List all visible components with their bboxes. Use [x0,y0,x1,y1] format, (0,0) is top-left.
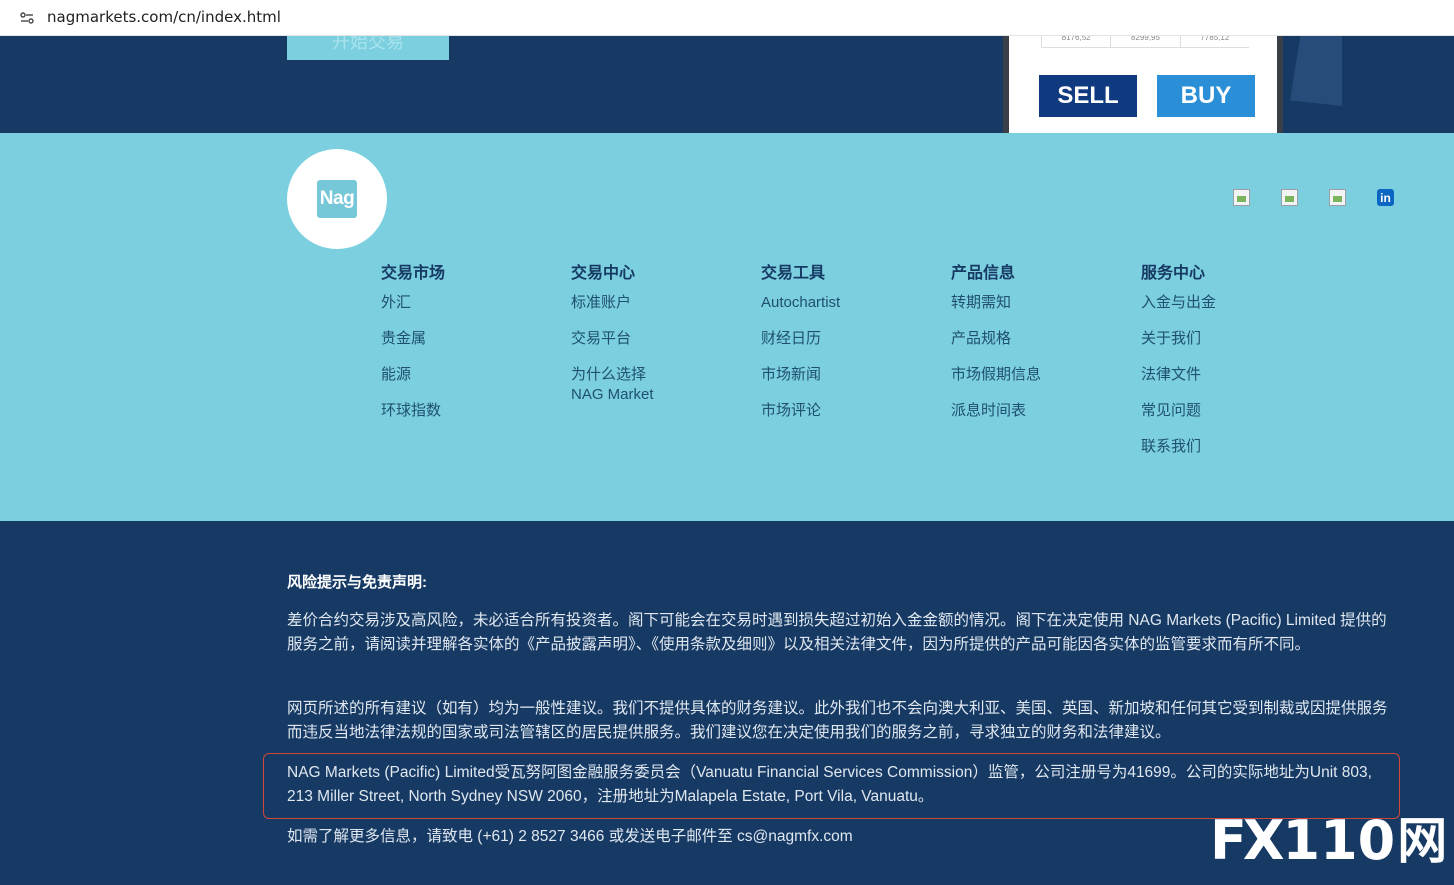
disclaimer-title: 风险提示与免责声明: [287,574,427,591]
nav-column-title: 服务中心 [1141,265,1206,282]
social-links: in [1233,189,1394,206]
nav-column-trading-center: 交易中心 标准账户 交易平台 为什么选择 NAG Market [571,263,751,421]
browser-url-bar[interactable]: nagmarkets.com/cn/index.html [0,0,1454,36]
buy-button: BUY [1157,75,1255,117]
nav-link[interactable]: 联系我们 [1141,437,1321,457]
nav-link[interactable]: 法律文件 [1141,365,1321,385]
logo[interactable]: Nag [287,149,387,249]
watermark-fx: FX [1210,809,1285,872]
social-icon-3[interactable] [1329,189,1346,206]
nav-link[interactable]: 入金与出金 [1141,293,1321,313]
phone-mockup: 8176,52 8299,95 7785,12 SELL BUY [1003,36,1283,133]
nav-link[interactable]: Autochartist [761,293,941,313]
nav-link[interactable]: 能源 [381,365,561,385]
nav-column-tools: 交易工具 Autochartist 财经日历 市场新闻 市场评论 [761,263,941,437]
nav-link[interactable]: 财经日历 [761,329,941,349]
nav-column-title: 交易中心 [571,265,636,282]
price-row: 8176,52 8299,95 7785,12 [1041,36,1249,48]
sell-button: SELL [1039,75,1137,117]
nav-column-product-info: 产品信息 转期需知 产品规格 市场假期信息 派息时间表 [951,263,1131,437]
nav-link[interactable]: 市场评论 [761,401,941,421]
watermark-han: 网 [1397,813,1448,869]
site-info-icon[interactable] [18,9,36,27]
nav-link[interactable]: 转期需知 [951,293,1131,313]
nav-link[interactable]: 派息时间表 [951,401,1131,421]
nav-link[interactable]: 市场假期信息 [951,365,1131,385]
watermark-number: 110 [1282,809,1396,872]
start-trading-button[interactable]: 开始交易 [287,36,449,60]
nav-link[interactable]: 为什么选择 NAG Market [571,365,751,405]
nav-link[interactable]: 贵金属 [381,329,561,349]
logo-mark: Nag [317,180,357,218]
nav-link[interactable]: 市场新闻 [761,365,941,385]
nav-link[interactable]: 环球指数 [381,401,561,421]
footer-navigation: Nag in 交易市场 外汇 贵金属 能源 环球指数 交易中心 标准账户 交易平… [0,133,1454,521]
price-cell: 7785,12 [1179,36,1249,48]
linkedin-icon[interactable]: in [1377,189,1394,206]
nav-link[interactable]: 标准账户 [571,293,751,313]
disclaimer-paragraph-regulation: NAG Markets (Pacific) Limited受瓦努阿图金融服务委员… [287,764,1372,805]
price-cell: 8176,52 [1041,36,1111,48]
nav-link[interactable]: 关于我们 [1141,329,1321,349]
nav-column-title: 交易工具 [761,265,826,282]
social-icon-1[interactable] [1233,189,1250,206]
nav-link[interactable]: 交易平台 [571,329,751,349]
nav-column-title: 交易市场 [381,265,446,282]
social-icon-2[interactable] [1281,189,1298,206]
url-text[interactable]: nagmarkets.com/cn/index.html [47,8,281,26]
nav-column-service-center: 服务中心 入金与出金 关于我们 法律文件 常见问题 联系我们 [1141,263,1321,473]
price-cell: 8299,95 [1110,36,1180,48]
footer-disclaimer: 风险提示与免责声明: 差价合约交易涉及高风险，未必适合所有投资者。阁下可能会在交… [0,521,1454,885]
disclaimer-paragraph-advice: 网页所述的所有建议（如有）均为一般性建议。我们不提供具体的财务建议。此外我们也不… [287,700,1388,741]
disclaimer-paragraph-risk: 差价合约交易涉及高风险，未必适合所有投资者。阁下可能会在交易时遇到损失超过初始入… [287,612,1387,653]
decorative-shape [1290,36,1342,106]
fx110-watermark: FX 110 网 [1210,811,1447,871]
nav-link[interactable]: 外汇 [381,293,561,313]
nav-link[interactable]: 产品规格 [951,329,1131,349]
nav-column-title: 产品信息 [951,265,1016,282]
nav-link[interactable]: 常见问题 [1141,401,1321,421]
hero-section: 开始交易 8176,52 8299,95 7785,12 SELL BUY [0,36,1454,133]
nav-column-markets: 交易市场 外汇 贵金属 能源 环球指数 [381,263,561,437]
